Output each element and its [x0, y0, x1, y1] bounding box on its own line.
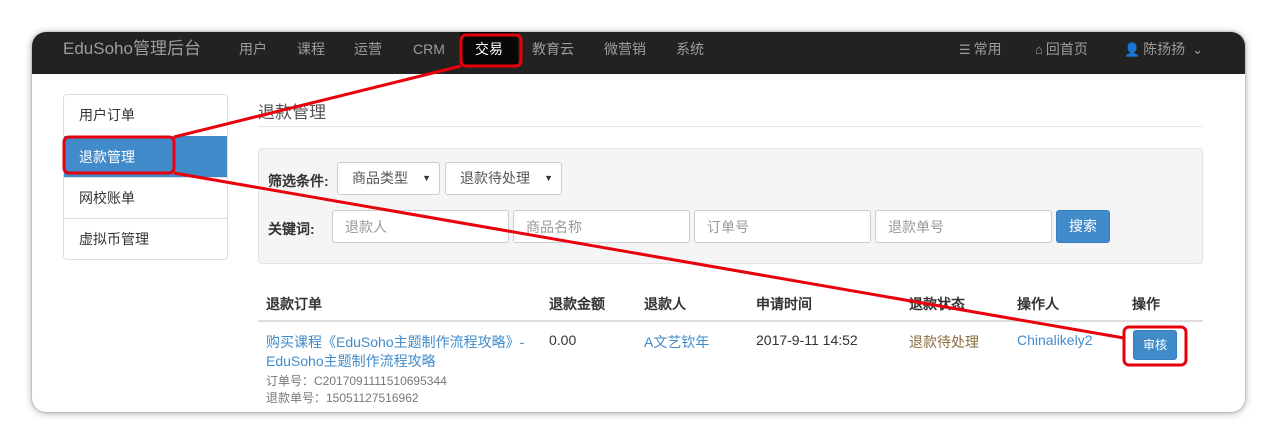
nav-item-system[interactable]: 系统: [676, 32, 704, 66]
refund-user-link[interactable]: A文艺钦年: [644, 332, 709, 352]
sidebar-item-virtual-coin[interactable]: 虚拟币管理: [64, 218, 227, 259]
column-header-amount: 退款金额: [549, 296, 605, 312]
product-type-select[interactable]: 商品类型 ▼: [337, 162, 440, 195]
column-header-status: 退款状态: [909, 296, 965, 312]
sidebar-item-refund-management[interactable]: 退款管理: [64, 136, 227, 177]
column-header-action: 操作: [1132, 296, 1160, 312]
keyword-label: 关键词:: [268, 221, 315, 237]
nav-item-wechat-marketing[interactable]: 微营销: [604, 32, 646, 66]
user-name: 陈扬扬: [1143, 41, 1186, 57]
product-type-value: 商品类型: [352, 170, 408, 186]
home-link[interactable]: ⌂ 回首页: [1035, 32, 1088, 66]
apply-time: 2017-9-11 14:52: [756, 332, 858, 348]
table-header-divider: [258, 320, 1203, 322]
refund-order-title-line2[interactable]: EduSoho主题制作流程攻略: [266, 351, 436, 371]
column-header-operator: 操作人: [1017, 296, 1059, 312]
nav-item-operations[interactable]: 运营: [354, 32, 382, 66]
chevron-down-icon: ⌄: [1192, 42, 1203, 57]
refund-status-value: 退款待处理: [460, 170, 530, 186]
column-header-refund-order: 退款订单: [266, 296, 322, 312]
nav-item-edu-cloud[interactable]: 教育云: [532, 32, 574, 66]
top-navbar: EduSoho管理后台 用户 课程 运营 CRM 交易 教育云 微营销 系统 ☰…: [32, 32, 1245, 74]
refund-order-title-line1[interactable]: 购买课程《EduSoho主题制作流程攻略》-: [266, 332, 524, 352]
nav-item-trade[interactable]: 交易: [460, 32, 518, 66]
sidebar-menu: 用户订单 退款管理 网校账单 虚拟币管理: [63, 94, 228, 260]
refund-number: 退款单号：15051127516962: [266, 391, 419, 405]
column-header-apply-time: 申请时间: [756, 296, 812, 312]
product-name-input[interactable]: [513, 210, 690, 243]
refund-status-select[interactable]: 退款待处理 ▼: [445, 162, 562, 195]
refund-amount: 0.00: [549, 332, 577, 348]
order-number: 订单号：C2017091111510695344: [266, 374, 447, 388]
nav-item-crm[interactable]: CRM: [413, 32, 445, 66]
filter-condition-label: 筛选条件:: [268, 173, 329, 189]
nav-item-users[interactable]: 用户: [239, 32, 267, 66]
common-label: 常用: [973, 41, 1002, 57]
list-icon: ☰: [959, 42, 971, 57]
sidebar-item-school-bills[interactable]: 网校账单: [64, 177, 227, 218]
search-button[interactable]: 搜索: [1056, 210, 1110, 243]
user-menu[interactable]: 👤 陈扬扬 ⌄: [1124, 32, 1206, 66]
common-menu[interactable]: ☰ 常用: [959, 32, 1002, 66]
caret-down-icon: ▼: [544, 173, 553, 183]
column-header-refund-user: 退款人: [644, 296, 686, 312]
brand-logo[interactable]: EduSoho管理后台: [63, 32, 201, 74]
home-label: 回首页: [1045, 41, 1088, 57]
page-title: 退款管理: [258, 103, 326, 122]
sidebar-item-user-orders[interactable]: 用户订单: [64, 95, 227, 136]
nav-item-courses[interactable]: 课程: [297, 32, 325, 66]
user-icon: 👤: [1124, 42, 1141, 57]
home-icon: ⌂: [1035, 42, 1043, 57]
refund-no-input[interactable]: [875, 210, 1052, 243]
admin-window: EduSoho管理后台 用户 课程 运营 CRM 交易 教育云 微营销 系统 ☰…: [32, 32, 1245, 412]
filter-panel: 筛选条件: 商品类型 ▼ 退款待处理 ▼ 关键词: 搜索: [258, 148, 1203, 264]
status-badge: 退款待处理: [909, 334, 979, 350]
review-button[interactable]: 审核: [1133, 330, 1177, 360]
caret-down-icon: ▼: [422, 173, 431, 183]
operator-link[interactable]: Chinalikely2: [1017, 332, 1092, 348]
title-divider: [258, 126, 1203, 127]
refund-user-input[interactable]: [332, 210, 509, 243]
order-no-input[interactable]: [694, 210, 871, 243]
